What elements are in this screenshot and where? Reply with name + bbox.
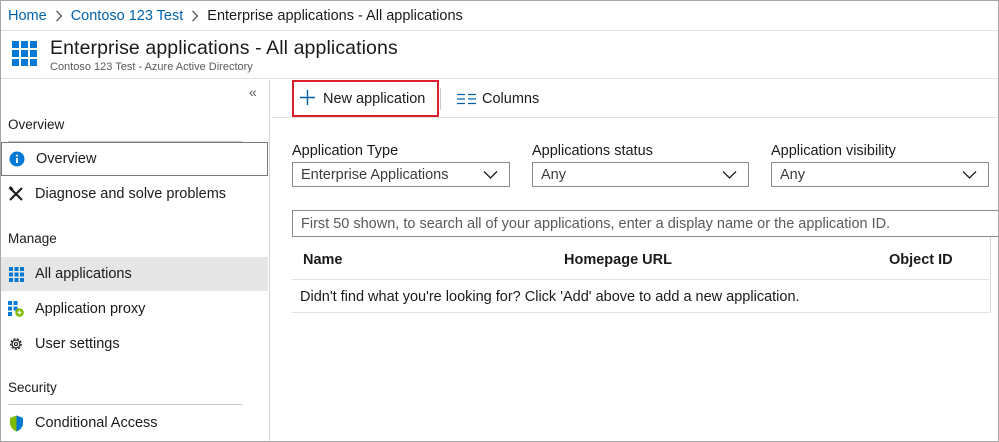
section-label-overview: Overview [8,117,65,132]
breadcrumb-current: Enterprise applications - All applicatio… [207,7,463,24]
breadcrumb-home-link[interactable]: Home [8,8,47,24]
sidebar-item-conditional-access[interactable]: Conditional Access [1,406,268,440]
column-header-object-id[interactable]: Object ID [889,252,953,268]
search-input[interactable] [292,210,998,237]
section-label-manage: Manage [8,231,57,246]
application-type-label: Application Type [292,143,399,159]
application-visibility-value: Any [780,166,805,183]
sidebar-item-label: User settings [35,336,120,352]
chevron-down-icon [722,167,737,186]
applications-status-label: Applications status [532,143,653,159]
application-visibility-label: Application visibility [771,143,896,159]
application-type-value: Enterprise Applications [301,166,449,183]
page-subtitle: Contoso 123 Test - Azure Active Director… [50,61,253,73]
table-right-edge [990,237,991,313]
columns-button[interactable]: Columns [457,80,539,117]
wrench-screwdriver-icon [7,185,25,203]
section-label-security: Security [8,380,57,395]
sidebar-item-label: All applications [35,266,132,282]
section-divider [8,404,242,405]
sidebar-item-label: Overview [36,151,97,167]
chevron-right-icon [55,10,63,22]
sidebar-item-application-proxy[interactable]: Application proxy [1,292,268,326]
page-header: Enterprise applications - All applicatio… [1,31,998,79]
column-header-name[interactable]: Name [303,252,343,268]
gear-icon [7,335,25,353]
plus-icon [299,88,316,110]
command-toolbar: New application Columns [271,80,998,118]
chevron-down-icon [483,167,498,186]
empty-table-message: Didn't find what you're looking for? Cli… [300,289,800,305]
table-bottom-divider [292,312,989,313]
sidebar-item-overview[interactable]: Overview [1,142,268,176]
column-header-homepage-url[interactable]: Homepage URL [564,252,672,268]
app-proxy-icon [7,300,25,318]
columns-label: Columns [482,90,540,107]
sidebar-item-diagnose[interactable]: Diagnose and solve problems [1,177,268,211]
toolbar-divider [440,88,441,110]
sidebar: « Overview Overview Diagnose and solve p… [1,80,270,441]
sidebar-item-label: Diagnose and solve problems [35,186,227,202]
enterprise-apps-grid-icon [12,41,37,66]
breadcrumb-tenant-link[interactable]: Contoso 123 Test [71,8,184,24]
chevron-down-icon [962,167,977,186]
new-application-button[interactable]: New application [292,80,439,117]
apps-grid-icon [7,265,25,283]
info-icon [8,150,26,168]
table-header-divider [292,279,989,280]
application-type-dropdown[interactable]: Enterprise Applications [292,162,510,187]
page-title: Enterprise applications - All applicatio… [50,37,398,59]
breadcrumb: Home Contoso 123 Test Enterprise applica… [1,1,998,31]
applications-status-value: Any [541,166,566,183]
collapse-sidebar-button[interactable]: « [249,84,257,100]
chevron-right-icon [191,10,199,22]
sidebar-item-label: Conditional Access [35,415,158,431]
portal-frame: Home Contoso 123 Test Enterprise applica… [0,0,999,442]
application-visibility-dropdown[interactable]: Any [771,162,989,187]
sidebar-item-label: Application proxy [35,301,146,317]
applications-status-dropdown[interactable]: Any [532,162,749,187]
new-application-label: New application [323,90,426,107]
columns-icon [457,93,476,105]
shield-icon [7,414,25,432]
sidebar-item-user-settings[interactable]: User settings [1,327,268,361]
sidebar-item-all-applications[interactable]: All applications [1,257,268,291]
